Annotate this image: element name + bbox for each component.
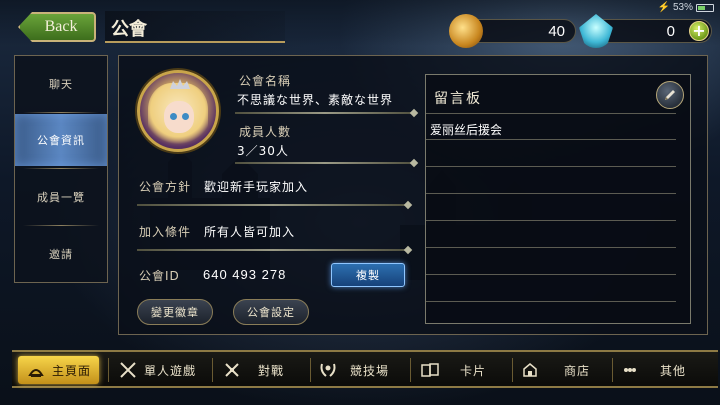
emblem-eye-right [182, 113, 189, 120]
top-bar: Back 公會 40 0 + ⚡ 53% [0, 0, 720, 48]
divider [235, 162, 415, 164]
guild-policy-value: 歡迎新手玩家加入 [204, 180, 309, 194]
board-rule [426, 113, 676, 114]
battery-fill [698, 5, 705, 10]
add-crystal-button[interactable]: + [689, 21, 709, 41]
nav-shop[interactable]: 商店 [520, 356, 590, 384]
guild-id-label: 公會ID [139, 269, 180, 283]
nav-single-player[interactable]: 單人遊戲 [118, 356, 196, 384]
sidebar-divider [23, 225, 99, 226]
battery-icon [696, 3, 714, 12]
nav-divider [108, 358, 109, 382]
member-count-label: 成員人數 [239, 125, 292, 139]
nav-divider [212, 358, 213, 382]
crystal-icon [579, 14, 613, 48]
charging-icon: ⚡ [657, 2, 670, 13]
nav-cards[interactable]: 卡片 [420, 356, 486, 384]
divider [137, 249, 409, 251]
nav-other-label: 其他 [660, 363, 687, 378]
nav-other[interactable]: 其他 [620, 356, 686, 384]
nav-divider [612, 358, 613, 382]
nav-divider [512, 358, 513, 382]
crossed-swords-icon [118, 360, 138, 380]
guild-settings-button[interactable]: 公會設定 [233, 299, 309, 325]
board-rule [426, 220, 676, 221]
guild-id-value: 640 493 278 [203, 267, 287, 282]
board-message: 爱丽丝后援会 [430, 123, 503, 137]
nav-cards-label: 卡片 [460, 363, 487, 378]
sidebar-divider [23, 168, 99, 169]
member-count-value: 3／30人 [237, 144, 289, 158]
sidebar-item-member-list[interactable]: 成員一覽 [15, 171, 107, 223]
join-condition-value: 所有人皆可加入 [204, 225, 296, 239]
board-rule [426, 139, 676, 140]
divider [137, 204, 409, 206]
cards-icon [420, 360, 440, 380]
guild-name-value: 不思議な世界、素敵な世界 [237, 93, 394, 107]
bottom-navigation: 主頁面 單人遊戲 對戰 競技場 卡片 商店 其他 [12, 350, 718, 388]
board-rule [426, 247, 676, 248]
guild-name-label: 公會名稱 [239, 74, 292, 88]
nav-battle-label: 對戰 [258, 363, 285, 378]
nav-arena[interactable]: 競技場 [318, 356, 389, 384]
sword-icon [222, 360, 242, 380]
sidebar-item-guild-info[interactable]: 公會資訊 [15, 114, 107, 166]
sidebar-item-chat[interactable]: 聊天 [15, 58, 107, 110]
emblem-face [164, 101, 194, 133]
pen-icon [665, 90, 675, 100]
join-condition-label: 加入條件 [139, 225, 192, 239]
edit-message-button[interactable] [656, 81, 684, 109]
crystal-counter: 0 + [579, 14, 712, 48]
guild-policy-label: 公會方針 [139, 180, 192, 194]
coin-counter: 40 [449, 14, 576, 48]
nav-single-player-label: 單人遊戲 [144, 363, 197, 378]
guild-info-panel: 公會名稱 不思議な世界、素敵な世界 成員人數 3／30人 公會方針 歡迎新手玩家… [118, 55, 708, 335]
copy-id-button[interactable]: 複製 [331, 263, 405, 287]
guild-sidebar: 聊天 公會資訊 成員一覽 邀請 [14, 55, 108, 283]
nav-divider [410, 358, 411, 382]
change-emblem-button[interactable]: 變更徽章 [137, 299, 213, 325]
other-icon [620, 360, 640, 380]
back-button[interactable]: Back [18, 12, 96, 42]
home-icon [26, 360, 46, 380]
coin-bag-icon [449, 14, 483, 48]
page-title: 公會 [105, 11, 285, 43]
nav-home[interactable]: 主頁面 [18, 356, 100, 384]
nav-arena-label: 競技場 [350, 363, 390, 378]
battery-percent: 53% [672, 2, 693, 13]
message-board-title: 留言板 [434, 91, 482, 107]
nav-battle[interactable]: 對戰 [222, 356, 284, 384]
nav-divider [310, 358, 311, 382]
board-rule [426, 274, 676, 275]
shop-icon [520, 360, 540, 380]
divider [235, 112, 415, 114]
board-rule [426, 301, 676, 302]
sidebar-item-invite[interactable]: 邀請 [15, 228, 107, 280]
guild-emblem [137, 70, 219, 152]
sidebar-divider [23, 112, 99, 113]
board-rule [426, 193, 676, 194]
crystal-value: 0 [666, 23, 675, 40]
coin-value: 40 [548, 23, 565, 40]
tiara-icon [170, 79, 190, 89]
emblem-eye-left [170, 113, 177, 120]
nav-shop-label: 商店 [564, 363, 591, 378]
battery-indicator: ⚡ 53% [658, 2, 714, 13]
nav-home-label: 主頁面 [52, 363, 92, 378]
laurel-icon [318, 360, 338, 380]
board-rule [426, 166, 676, 167]
message-board: 留言板 爱丽丝后援会 [425, 74, 691, 324]
